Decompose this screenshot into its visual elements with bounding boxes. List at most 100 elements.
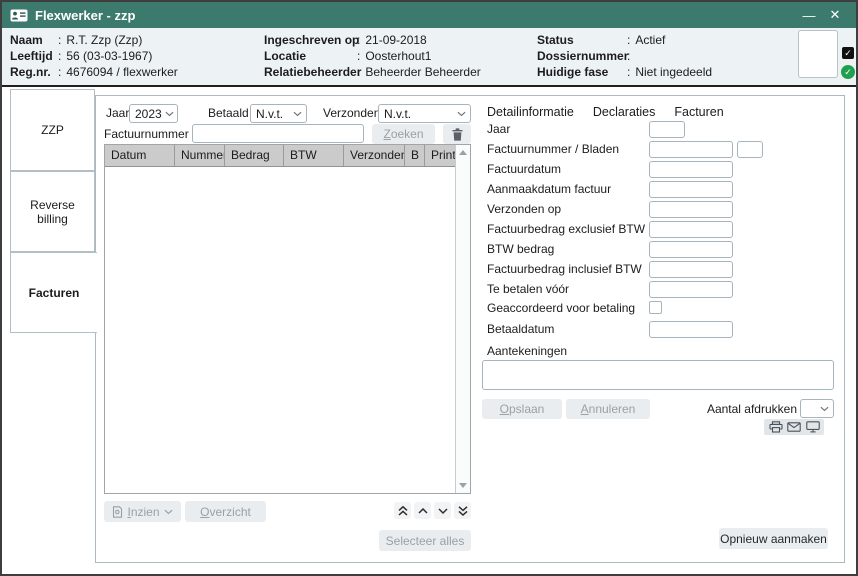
geaccordeerd-checkbox[interactable] [649,301,662,314]
bedrag-exclusief-input[interactable] [649,221,733,238]
annuleren-button[interactable]: Annuleren [566,399,650,419]
printer-icon[interactable] [769,421,783,433]
tab-zzp[interactable]: ZZP [10,89,95,171]
chevron-down-icon [820,406,829,412]
field-value: 21-09-2018 [365,32,426,48]
chevron-down-icon [165,111,174,117]
detail-tabs: Detailinformatie Declaraties Facturen [487,105,724,119]
opslaan-button[interactable]: Opslaan [482,399,562,419]
clear-search-button[interactable] [443,124,471,144]
tab-reverse-billing[interactable]: Reverse billing [10,171,95,252]
field-label: Locatie [264,48,357,64]
close-button[interactable]: ✕ [822,4,848,26]
field-label: Ingeschreven op [264,32,357,48]
next-record-button[interactable] [434,502,451,519]
aanmaakdatum-input[interactable] [649,181,733,198]
app-window: Flexwerker - zzp — ✕ Naam:R.T. Zzp (Zzp)… [0,0,858,576]
factuurnummer-detail-input[interactable] [649,141,733,158]
jaar-select[interactable]: 2023 [129,104,178,123]
column-header-btw[interactable]: BTW [284,145,344,166]
field-value: R.T. Zzp (Zzp) [66,32,142,48]
inzien-dropdown-button[interactable]: Inzien [104,501,181,522]
verzonden-op-label: Verzonden op [487,201,561,218]
bladen-input[interactable] [737,141,763,158]
field-label: Leeftijd [10,48,58,64]
header-column-2: Ingeschreven op:21-09-2018 Locatie:Ooste… [264,32,481,80]
last-record-button[interactable] [454,502,471,519]
minimize-button[interactable]: — [796,4,822,26]
person-header: Naam:R.T. Zzp (Zzp) Leeftijd:56 (03-03-1… [2,28,856,87]
zoeken-button[interactable]: Zoeken [372,124,435,144]
chevron-down-icon [293,111,302,117]
monitor-icon[interactable] [806,421,820,433]
column-header-verzonden[interactable]: Verzonden [344,145,405,166]
selecteer-alles-button[interactable]: Selecteer alles [379,530,471,551]
detail-tab-declaraties[interactable]: Declaraties [593,105,656,119]
output-options-strip [764,419,824,435]
factuurdatum-input[interactable] [649,161,733,178]
btw-bedrag-input[interactable] [649,241,733,258]
field-label: Relatiebeheerder [264,64,357,80]
factuurnummer-bladen-label: Factuurnummer / Bladen [487,141,619,158]
scroll-up-icon[interactable] [456,145,470,160]
verzonden-op-input[interactable] [649,201,733,218]
field-label: Naam [10,32,58,48]
betaaldatum-label: Betaaldatum [487,321,554,338]
titlebar[interactable]: Flexwerker - zzp — ✕ [2,2,856,28]
betaald-select[interactable]: N.v.t. [250,104,307,123]
tab-facturen-active[interactable]: Facturen [10,252,97,333]
overzicht-button[interactable]: Overzicht [185,501,266,522]
column-header-datum[interactable]: Datum [105,145,175,166]
jaar-input[interactable] [649,121,685,138]
header-column-1: Naam:R.T. Zzp (Zzp) Leeftijd:56 (03-03-1… [10,32,178,80]
column-header-bedrag[interactable]: Bedrag [225,145,284,166]
betaald-filter-label: Betaald [208,104,249,122]
bedrag-exclusief-label: Factuurbedrag exclusief BTW [487,221,645,238]
field-label: Huidige fase [537,64,627,80]
photo-placeholder [798,30,838,78]
jaar-label: Jaar [487,121,510,138]
window-title: Flexwerker - zzp [35,8,796,23]
chevron-down-icon [457,111,466,117]
betaaldatum-input[interactable] [649,321,733,338]
aantekeningen-textarea[interactable] [482,360,834,390]
field-label: Status [537,32,627,48]
scroll-down-icon[interactable] [456,478,470,493]
te-betalen-voor-input[interactable] [649,281,733,298]
aantekeningen-label: Aantekeningen [487,344,567,358]
aantal-afdrukken-select[interactable] [800,399,834,418]
chevron-up-icon [417,505,429,517]
detail-tab-facturen[interactable]: Facturen [674,105,723,119]
email-icon[interactable] [787,422,801,432]
table-scrollbar[interactable] [455,145,470,493]
field-value: Beheerder Beheerder [365,64,480,80]
jaar-filter-label: Jaar [106,104,129,122]
field-value: 4676094 / flexwerker [66,64,177,80]
geaccordeerd-label: Geaccordeerd voor betaling [487,300,635,317]
factuurnummer-filter-label: Factuurnummer [104,125,189,143]
trash-icon [452,128,463,141]
previous-record-button[interactable] [414,502,431,519]
bedrag-inclusief-label: Factuurbedrag inclusief BTW [487,261,642,278]
checked-checkbox-icon[interactable]: ✓ [842,47,854,59]
btw-bedrag-label: BTW bedrag [487,241,554,258]
field-label: Dossiernummer [537,48,627,64]
facturen-panel: Jaar 2023 Betaald N.v.t. Verzonden N.v.t… [95,95,845,563]
bedrag-inclusief-input[interactable] [649,261,733,278]
verzonden-filter-label: Verzonden [323,104,380,122]
double-chevron-down-icon [457,505,469,517]
column-header-b[interactable]: B [405,145,425,166]
factuurnummer-input[interactable] [192,124,364,143]
column-header-nummer[interactable]: Nummer [175,145,225,166]
field-label: Reg.nr. [10,64,58,80]
verzonden-select[interactable]: N.v.t. [378,104,471,123]
factuurdatum-label: Factuurdatum [487,161,561,178]
status-ok-icon: ✓ [841,65,855,79]
document-preview-icon [112,506,123,518]
opnieuw-aanmaken-button[interactable]: Opnieuw aanmaken [719,528,828,549]
column-header-print[interactable]: Print [425,145,457,166]
header-column-3: Status:Actief Dossiernummer: Huidige fas… [537,32,712,80]
first-record-button[interactable] [394,502,411,519]
aanmaakdatum-label: Aanmaakdatum factuur [487,181,611,198]
detail-tab-detailinformatie[interactable]: Detailinformatie [487,105,574,119]
